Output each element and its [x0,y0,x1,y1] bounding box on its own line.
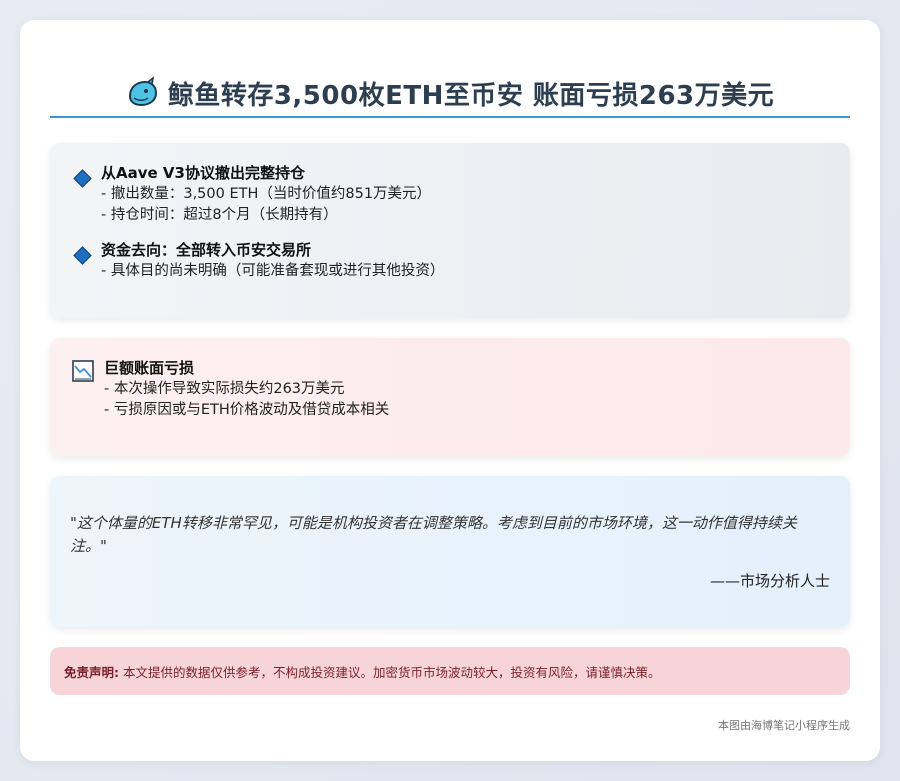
title-row: 鲸鱼转存3,500枚ETH至币安 账面亏损263万美元 [50,72,850,114]
item-line: - 具体目的尚未明确（可能准备套现或进行其他投资） [101,263,445,279]
item-line: - 本次操作导致实际损失约263万美元 [104,381,345,397]
info-box: 从Aave V3协议撤出完整持仓 - 撤出数量：3,500 ETH（当时价值约8… [50,143,850,318]
item-line: - 亏损原因或与ETH价格波动及借贷成本相关 [104,402,390,418]
diamond-bullet-icon [73,169,92,188]
page-title: 鲸鱼转存3,500枚ETH至币安 账面亏损263万美元 [167,80,775,111]
loss-box: 巨额账面亏损 - 本次操作导致实际损失约263万美元 - 亏损原因或与ETH价格… [50,338,850,456]
disclaimer-text: 本文提供的数据仅供参考，不构成投资建议。加密货币市场波动较大，投资有风险，请谨慎… [119,665,661,680]
item-heading: 资金去向：全部转入币安交易所 [101,241,312,259]
list-item: 巨额账面亏损 - 本次操作导致实际损失约263万美元 - 亏损原因或与ETH价格… [72,358,389,421]
item-heading: 巨额账面亏损 [104,359,195,377]
post-card: 鲸鱼转存3,500枚ETH至币安 账面亏损263万美元 从Aave V3协议撤出… [20,20,880,761]
item-line: - 持仓时间：超过8个月（长期持有） [101,207,338,223]
item-heading: 从Aave V3协议撤出完整持仓 [101,164,305,182]
list-item: 资金去向：全部转入币安交易所 - 具体目的尚未明确（可能准备套现或进行其他投资） [72,240,444,282]
list-item: 从Aave V3协议撤出完整持仓 - 撤出数量：3,500 ETH（当时价值约8… [72,163,431,226]
disclaimer-box: 免责声明: 本文提供的数据仅供参考，不构成投资建议。加密货币市场波动较大，投资有… [50,647,850,695]
quote-source: ——市场分析人士 [709,572,830,590]
disclaimer: 免责声明: 本文提供的数据仅供参考，不构成投资建议。加密货币市场波动较大，投资有… [64,662,660,681]
footer-credit: 本图由海博笔记小程序生成 [718,719,850,732]
disclaimer-label: 免责声明: [64,665,119,680]
chart-down-icon [72,360,94,382]
quote-box: "这个体量的ETH转移非常罕见，可能是机构投资者在调整策略。考虑到目前的市场环境… [50,476,850,627]
item-line: - 撤出数量：3,500 ETH（当时价值约851万美元） [101,186,432,202]
title-divider [50,116,850,118]
diamond-bullet-icon [73,246,92,265]
quote-text: "这个体量的ETH转移非常罕见，可能是机构投资者在调整策略。考虑到目前的市场环境… [70,514,797,555]
whale-icon [128,76,157,107]
